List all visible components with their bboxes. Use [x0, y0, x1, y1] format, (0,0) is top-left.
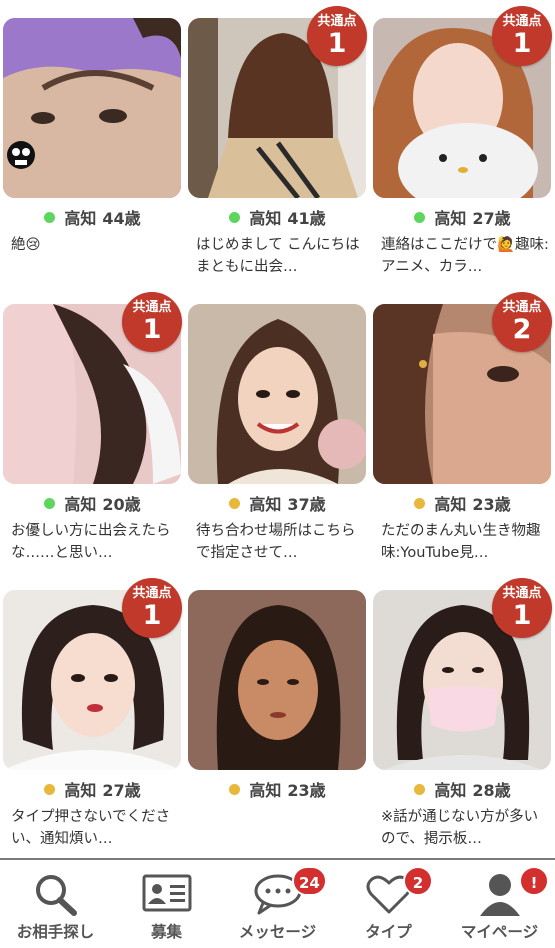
profile-age: 27歳 [102, 781, 141, 800]
bottom-tab-bar: お相手探し 募集 24 メッセージ 2 タイプ ! マイページ [0, 858, 555, 948]
tab-type[interactable]: 2 タイプ [333, 860, 444, 948]
profile-photo[interactable] [188, 590, 366, 770]
tab-search-label: お相手探し [16, 923, 95, 941]
profile-meta: 高知 28歳 [370, 781, 555, 801]
profile-city: 高知 [64, 495, 97, 514]
profile-message [196, 806, 364, 850]
recent-status-dot [44, 784, 56, 795]
profile-age: 20歳 [102, 495, 141, 514]
common-points-count: 2 [512, 314, 532, 345]
profile-message: 絶😢 [11, 237, 41, 253]
common-points-count: 1 [142, 600, 162, 631]
common-points-badge: 共通点 1 [492, 6, 552, 66]
profile-message: 連絡はここだけで🙋趣味:アニメ、カラ… [381, 237, 549, 275]
profile-age: 44歳 [102, 209, 141, 228]
profile-meta: 高知 27歳 [0, 781, 185, 801]
tab-recruit[interactable]: 募集 [111, 860, 222, 948]
profile-message: 待ち合わせ場所はこちらで指定させて… [196, 523, 356, 561]
recent-status-dot [414, 784, 426, 795]
profile-age: 28歳 [472, 781, 511, 800]
tab-type-label: タイプ [365, 923, 412, 941]
common-points-count: 1 [327, 28, 347, 59]
common-points-badge: 共通点 1 [492, 578, 552, 638]
profile-city: 高知 [249, 781, 282, 800]
type-count-badge: 2 [403, 866, 433, 896]
common-points-label: 共通点 [317, 14, 357, 29]
profile-age: 23歳 [472, 495, 511, 514]
recent-status-dot [414, 498, 426, 509]
common-points-badge: 共通点 2 [492, 292, 552, 352]
profile-card[interactable]: 高知 23歳 [185, 572, 370, 858]
profile-age: 23歳 [287, 781, 326, 800]
tab-messages-label: メッセージ [238, 923, 317, 941]
profile-meta: 高知 23歳 [370, 495, 555, 515]
profile-photo[interactable] [3, 18, 181, 198]
common-points-label: 共通点 [132, 300, 172, 315]
profile-message: はじめまして こんにちはまともに出会… [196, 237, 360, 275]
profile-age: 41歳 [287, 209, 326, 228]
online-status-dot [44, 212, 56, 223]
profile-city: 高知 [64, 209, 97, 228]
profile-meta: 高知 37歳 [185, 495, 370, 515]
common-points-count: 1 [512, 28, 532, 59]
common-points-label: 共通点 [502, 300, 542, 315]
profile-photo[interactable] [188, 304, 366, 484]
search-icon [35, 875, 77, 916]
profile-card[interactable]: 共通点 1 高知 27歳 タイプ押さないでください、通知煩い… [0, 572, 185, 858]
profile-message: ※話が通じない方が多いので、掲示板… [381, 809, 539, 847]
online-status-dot [414, 212, 426, 223]
common-points-label: 共通点 [502, 14, 542, 29]
profile-message: ただのまん丸い生き物趣味:YouTube見… [381, 523, 541, 561]
profile-meta: 高知 27歳 [370, 209, 555, 229]
common-points-label: 共通点 [132, 586, 172, 601]
profile-meta: 高知 44歳 [0, 209, 185, 229]
tab-mypage-label: マイページ [460, 923, 539, 941]
messages-unread-badge: 24 [292, 866, 327, 896]
mypage-alert-badge: ! [519, 866, 549, 896]
profile-meta: 高知 41歳 [185, 209, 370, 229]
profile-city: 高知 [64, 781, 97, 800]
profile-card[interactable]: 高知 44歳 絶😢 [0, 0, 185, 286]
online-status-dot [229, 212, 241, 223]
recent-status-dot [229, 784, 241, 795]
profile-grid: 高知 44歳 絶😢 共通点 1 高知 41歳 はじめまして こんにちはまともに出会… [0, 0, 555, 858]
profile-card[interactable]: 共通点 1 高知 41歳 はじめまして こんにちはまともに出会… [185, 0, 370, 286]
profile-city: 高知 [434, 781, 467, 800]
tab-mypage[interactable]: ! マイページ [444, 860, 555, 948]
profile-card[interactable]: 共通点 1 高知 28歳 ※話が通じない方が多いので、掲示板… [370, 572, 555, 858]
id-card-icon [142, 874, 191, 912]
profile-age: 27歳 [472, 209, 511, 228]
tab-messages[interactable]: 24 メッセージ [222, 860, 333, 948]
online-status-dot [44, 498, 56, 509]
profile-message: お優しい方に出会えたらな……と思い… [11, 523, 171, 561]
profile-card[interactable]: 共通点 1 高知 27歳 連絡はここだけで🙋趣味:アニメ、カラ… [370, 0, 555, 286]
common-points-count: 1 [512, 600, 532, 631]
profile-message: タイプ押さないでください、通知煩い… [11, 809, 171, 847]
tab-search[interactable]: お相手探し [0, 860, 111, 948]
common-points-badge: 共通点 1 [122, 292, 182, 352]
common-points-badge: 共通点 1 [122, 578, 182, 638]
profile-city: 高知 [434, 495, 467, 514]
profile-card[interactable]: 共通点 2 高知 23歳 ただのまん丸い生き物趣味:YouTube見… [370, 286, 555, 572]
profile-city: 高知 [434, 209, 467, 228]
profile-city: 高知 [249, 495, 282, 514]
common-points-badge: 共通点 1 [307, 6, 367, 66]
common-points-label: 共通点 [502, 586, 542, 601]
recent-status-dot [229, 498, 241, 509]
common-points-count: 1 [142, 314, 162, 345]
profile-city: 高知 [249, 209, 282, 228]
profile-meta: 高知 23歳 [185, 781, 370, 801]
profile-meta: 高知 20歳 [0, 495, 185, 515]
profile-card[interactable]: 共通点 1 高知 20歳 お優しい方に出会えたらな……と思い… [0, 286, 185, 572]
tab-recruit-label: 募集 [150, 923, 182, 941]
profile-card[interactable]: 高知 37歳 待ち合わせ場所はこちらで指定させて… [185, 286, 370, 572]
person-icon [479, 874, 520, 916]
profile-age: 37歳 [287, 495, 326, 514]
